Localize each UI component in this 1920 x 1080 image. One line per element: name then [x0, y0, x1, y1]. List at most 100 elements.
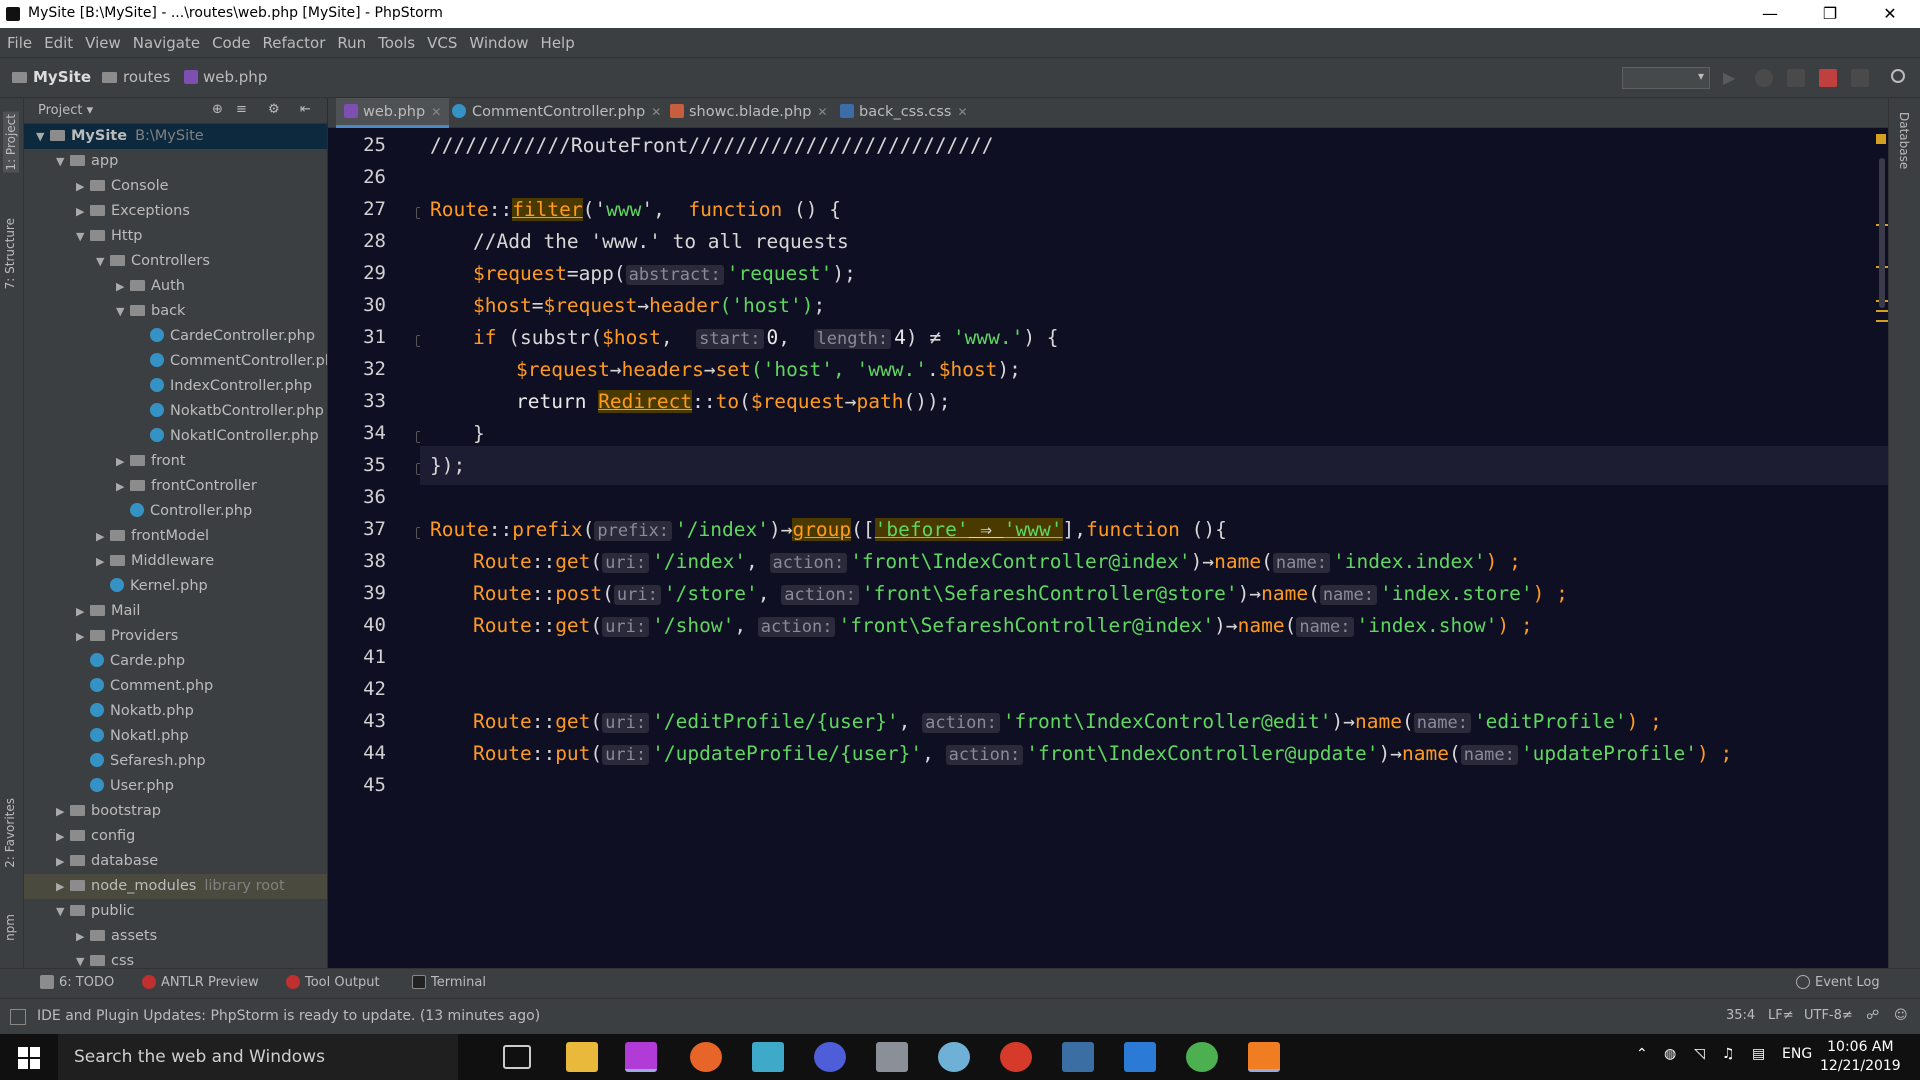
error-stripe-marker[interactable]: [1876, 320, 1888, 322]
menu-tools[interactable]: Tools: [372, 28, 421, 58]
menu-edit[interactable]: Edit: [38, 28, 79, 58]
chevron-down-icon[interactable]: ▼: [56, 899, 70, 924]
chevron-right-icon[interactable]: ▶: [56, 824, 70, 849]
vertical-scrollbar[interactable]: [1879, 158, 1885, 308]
tree-item[interactable]: ▼ back: [24, 299, 327, 324]
tray-overflow-icon[interactable]: ⌃: [1636, 1046, 1648, 1062]
network-icon[interactable]: ◍: [1664, 1046, 1676, 1062]
tree-item[interactable]: ▼ css: [24, 949, 327, 968]
tree-item[interactable]: NokatbController.php: [24, 399, 327, 424]
structure-tool-button[interactable]: 7: Structure: [3, 218, 17, 289]
antlr-preview-button[interactable]: ANTLR Preview: [142, 975, 259, 990]
error-stripe-marker[interactable]: [1876, 310, 1888, 312]
app-icon[interactable]: [876, 1042, 908, 1072]
gear-icon[interactable]: ⚙: [268, 102, 280, 117]
close-tab-icon[interactable]: ✕: [651, 105, 661, 119]
tree-item[interactable]: ▶ front: [24, 449, 327, 474]
tree-item[interactable]: CardeController.php: [24, 324, 327, 349]
caret-position[interactable]: 35:4: [1726, 1008, 1755, 1023]
wifi-icon[interactable]: ◹: [1694, 1046, 1705, 1062]
app-icon[interactable]: [1062, 1042, 1094, 1072]
run-icon[interactable]: ▶: [1723, 69, 1741, 87]
chevron-right-icon[interactable]: ▶: [56, 849, 70, 874]
stop-icon[interactable]: [1851, 69, 1869, 87]
menu-help[interactable]: Help: [535, 28, 581, 58]
chevron-right-icon[interactable]: ▶: [76, 599, 90, 624]
menu-file[interactable]: File: [0, 28, 38, 58]
tree-item[interactable]: ▶ bootstrap: [24, 799, 327, 824]
tree-item[interactable]: ▶ Console: [24, 174, 327, 199]
breadcrumb-folder[interactable]: routes: [102, 68, 170, 86]
chevron-right-icon[interactable]: ▶: [116, 274, 130, 299]
chevron-right-icon[interactable]: ▶: [116, 474, 130, 499]
tree-item[interactable]: ▼ public: [24, 899, 327, 924]
xampp-icon[interactable]: [1248, 1042, 1280, 1072]
tree-item[interactable]: ▶ config: [24, 824, 327, 849]
chevron-right-icon[interactable]: ▶: [76, 174, 90, 199]
project-tool-button[interactable]: 1: Project: [3, 112, 19, 173]
tree-item[interactable]: Carde.php: [24, 649, 327, 674]
hide-panel-icon[interactable]: ⇤: [300, 102, 311, 117]
tree-item[interactable]: Nokatb.php: [24, 699, 327, 724]
close-tab-icon[interactable]: ✕: [957, 105, 967, 119]
notification-icon[interactable]: ▤: [1752, 1046, 1765, 1062]
project-view-select[interactable]: Project ▾: [38, 103, 93, 118]
tree-item[interactable]: IndexController.php: [24, 374, 327, 399]
chevron-down-icon[interactable]: ▼: [36, 124, 50, 149]
maximize-button[interactable]: ❐: [1800, 0, 1860, 28]
clock[interactable]: 10:06 AM 12/21/2019: [1820, 1038, 1901, 1076]
chevron-right-icon[interactable]: ▶: [76, 199, 90, 224]
task-view-icon[interactable]: [503, 1045, 531, 1069]
tab-back-css[interactable]: back_css.css ✕: [832, 98, 976, 128]
chevron-right-icon[interactable]: ▶: [96, 524, 110, 549]
tree-item[interactable]: ▶ node_modules library root: [24, 874, 327, 899]
tree-item[interactable]: ▶ Exceptions: [24, 199, 327, 224]
file-encoding[interactable]: UTF-8≠: [1804, 1008, 1853, 1023]
tree-item[interactable]: ▼ MySite B:\MySite: [24, 124, 327, 149]
run-configuration-select[interactable]: ▾: [1622, 67, 1710, 89]
status-toggle-icon[interactable]: [10, 1009, 26, 1025]
chevron-down-icon[interactable]: ▼: [56, 149, 70, 174]
tree-item[interactable]: ▶ assets: [24, 924, 327, 949]
status-message[interactable]: IDE and Plugin Updates: PhpStorm is read…: [37, 1008, 540, 1024]
tab-showc-blade[interactable]: showc.blade.php ✕: [662, 98, 836, 128]
tree-item[interactable]: Nokatl.php: [24, 724, 327, 749]
volume-icon[interactable]: ♫: [1722, 1046, 1735, 1062]
menu-vcs[interactable]: VCS: [421, 28, 463, 58]
phpstorm-taskbar-icon[interactable]: [625, 1042, 657, 1072]
media-player-icon[interactable]: [814, 1042, 846, 1072]
tree-item[interactable]: Sefaresh.php: [24, 749, 327, 774]
tree-item[interactable]: ▶ Mail: [24, 599, 327, 624]
phpunit-icon[interactable]: [1819, 69, 1837, 87]
chevron-down-icon[interactable]: ▼: [76, 949, 90, 968]
close-tab-icon[interactable]: ✕: [818, 105, 828, 119]
chevron-down-icon[interactable]: ▼: [76, 224, 90, 249]
tree-item[interactable]: ▶ database: [24, 849, 327, 874]
close-tab-icon[interactable]: ✕: [431, 105, 441, 119]
code-editor[interactable]: ////////////RouteFront//////////////////…: [420, 128, 1888, 968]
favorites-tool-button[interactable]: 2: Favorites: [3, 798, 17, 868]
tree-item[interactable]: ▶ frontController: [24, 474, 327, 499]
breadcrumb-project[interactable]: MySite: [12, 68, 91, 86]
app-icon[interactable]: [752, 1042, 784, 1072]
windows-start-icon[interactable]: [18, 1047, 40, 1069]
menu-refactor[interactable]: Refactor: [256, 28, 331, 58]
close-button[interactable]: ✕: [1860, 0, 1920, 28]
coverage-icon[interactable]: [1787, 69, 1805, 87]
tree-item[interactable]: ▼ Controllers: [24, 249, 327, 274]
tree-item[interactable]: ▼ Http: [24, 224, 327, 249]
chevron-right-icon[interactable]: ▶: [76, 624, 90, 649]
tree-item[interactable]: ▶ Middleware: [24, 549, 327, 574]
tree-item[interactable]: ▶ Auth: [24, 274, 327, 299]
warning-status-icon[interactable]: [1876, 134, 1886, 144]
chevron-right-icon[interactable]: ▶: [56, 799, 70, 824]
menu-view[interactable]: View: [79, 28, 127, 58]
chevron-down-icon[interactable]: ▼: [96, 249, 110, 274]
tab-comment-controller[interactable]: CommentController.php ✕: [444, 98, 669, 128]
line-separator[interactable]: LF≠: [1768, 1008, 1794, 1023]
tree-item[interactable]: Comment.php: [24, 674, 327, 699]
taskbar-search[interactable]: Search the web and Windows: [58, 1034, 458, 1080]
tree-item[interactable]: NokatlController.php: [24, 424, 327, 449]
tree-item[interactable]: CommentController.php: [24, 349, 327, 374]
npm-tool-button[interactable]: npm: [3, 914, 17, 941]
